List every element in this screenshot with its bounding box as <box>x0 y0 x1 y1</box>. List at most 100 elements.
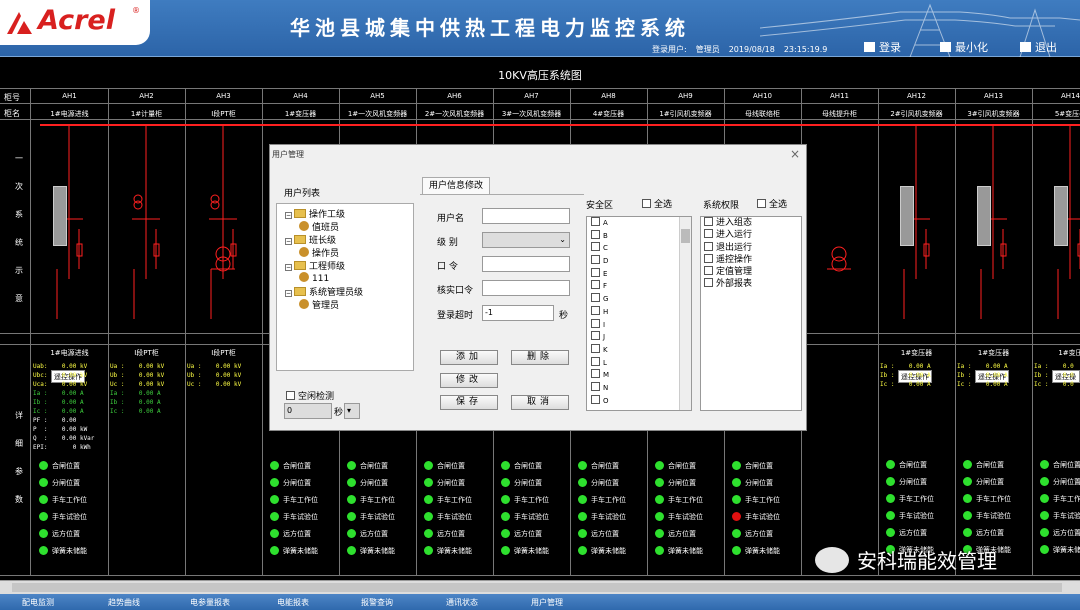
zone-scrollbar[interactable] <box>679 217 691 410</box>
status-row: 手车试验位 <box>886 510 934 527</box>
zone-checkbox[interactable] <box>591 381 600 391</box>
permission-item[interactable]: 定值管理 <box>701 266 801 278</box>
zone-checkbox[interactable] <box>591 255 600 265</box>
add-button[interactable]: 添加 <box>440 350 498 365</box>
idle-dropdown[interactable]: ▾ <box>344 403 360 419</box>
permission-checkbox[interactable] <box>704 266 713 276</box>
tree-user[interactable]: 值班员 <box>299 220 339 233</box>
zone-item[interactable]: I <box>587 318 691 332</box>
system-permission-list[interactable]: 进入组态 进入运行 退出运行 遥控操作 定值管理 外部报表 <box>700 216 802 411</box>
zone-checkbox[interactable] <box>591 356 600 366</box>
zone-checkbox[interactable] <box>591 305 600 315</box>
permission-item[interactable]: 退出运行 <box>701 241 801 254</box>
permission-item[interactable]: 遥控操作 <box>701 253 801 266</box>
zone-item[interactable]: L <box>587 356 691 370</box>
zone-select-all-checkbox[interactable] <box>642 199 651 208</box>
nav-item[interactable]: 趋势曲线 <box>108 597 140 608</box>
minimize-button[interactable]: 最小化 <box>940 40 988 55</box>
zone-item[interactable]: D <box>587 255 691 268</box>
permission-item[interactable]: 进入组态 <box>701 217 801 229</box>
zone-checkbox[interactable] <box>591 242 600 252</box>
permission-checkbox[interactable] <box>704 229 713 239</box>
status-row: 合闸位置 <box>501 460 549 477</box>
login-timeout-input[interactable]: -1 <box>482 305 554 321</box>
zone-checkbox[interactable] <box>591 229 600 239</box>
tree-group[interactable]: − 班长级 <box>285 233 336 246</box>
collapse-icon[interactable]: − <box>285 290 292 297</box>
permission-item[interactable]: 进入运行 <box>701 229 801 241</box>
tree-user[interactable]: 111 <box>299 272 329 284</box>
tree-user[interactable]: 管理员 <box>299 298 339 311</box>
zone-item[interactable]: G <box>587 293 691 306</box>
security-zone-list[interactable]: ABCDEFGHIJKLMNO <box>586 216 692 411</box>
status-indicator-icon <box>501 512 510 521</box>
zone-checkbox[interactable] <box>591 217 600 226</box>
status-label: 远方位置 <box>283 530 311 538</box>
zone-item[interactable]: N <box>587 381 691 395</box>
save-button[interactable]: 保存 <box>440 395 498 410</box>
permission-checkbox[interactable] <box>704 253 713 263</box>
collapse-icon[interactable]: − <box>285 238 292 245</box>
exit-button[interactable]: 退出 <box>1020 40 1057 55</box>
idle-check[interactable]: 空闲检测 <box>286 389 334 402</box>
scrollbar-thumb[interactable] <box>12 583 1062 592</box>
username-input[interactable] <box>482 208 570 224</box>
zone-item[interactable]: H <box>587 305 691 319</box>
user-tree[interactable]: − 操作工级 值班员 − 班长级 操作员 − 工程师级 111 − 系统管理员级 管理员 <box>276 203 414 371</box>
zone-checkbox[interactable] <box>591 343 600 353</box>
delete-button[interactable]: 删除 <box>511 350 569 365</box>
cabinet-name: 1#变压器 <box>284 110 317 118</box>
zone-checkbox[interactable] <box>591 280 600 290</box>
zone-item[interactable]: A <box>587 217 691 230</box>
zone-checkbox[interactable] <box>591 293 600 303</box>
zone-item[interactable]: M <box>587 369 691 382</box>
parameter-line: Uc : 0.00 kV <box>187 381 242 388</box>
tree-label: 操作工级 <box>309 210 346 220</box>
collapse-icon[interactable]: − <box>285 212 292 219</box>
close-button[interactable]: × <box>790 147 800 161</box>
switch-panel <box>53 186 67 246</box>
collapse-icon[interactable]: − <box>285 264 292 271</box>
tree-user[interactable]: 操作员 <box>299 246 339 259</box>
permission-item[interactable]: 外部报表 <box>701 278 801 290</box>
nav-item[interactable]: 用户管理 <box>531 597 563 608</box>
zone-item[interactable]: F <box>587 280 691 293</box>
zone-checkbox[interactable] <box>591 394 600 404</box>
perm-select-all[interactable]: 全选 <box>757 197 787 210</box>
zone-checkbox[interactable] <box>591 267 600 277</box>
tree-group[interactable]: − 操作工级 <box>285 207 345 220</box>
password-input[interactable] <box>482 256 570 272</box>
zone-checkbox[interactable] <box>591 331 600 341</box>
zone-select-all[interactable]: 全选 <box>642 197 672 210</box>
zone-item[interactable]: J <box>587 331 691 344</box>
tab-user-info[interactable]: 用户信息修改 <box>422 177 490 195</box>
nav-item[interactable]: 通讯状态 <box>446 597 478 608</box>
idle-check-checkbox[interactable] <box>286 391 295 400</box>
permission-checkbox[interactable] <box>704 278 713 288</box>
confirm-password-input[interactable] <box>482 280 570 296</box>
horizontal-scrollbar[interactable] <box>0 580 1080 594</box>
status-row: 手车试验位 <box>732 511 780 528</box>
zone-item[interactable]: C <box>587 242 691 255</box>
tree-group[interactable]: − 系统管理员级 <box>285 285 363 298</box>
zone-checkbox[interactable] <box>591 369 600 379</box>
zone-item[interactable]: O <box>587 394 691 408</box>
zone-checkbox[interactable] <box>591 318 600 328</box>
status-label: 弹簧未储能 <box>1053 546 1080 554</box>
nav-item[interactable]: 配电监测 <box>22 597 54 608</box>
zone-item[interactable]: K <box>587 343 691 357</box>
nav-item[interactable]: 电参量报表 <box>190 597 230 608</box>
login-button[interactable]: 登录 <box>864 40 901 55</box>
tree-group[interactable]: − 工程师级 <box>285 259 345 272</box>
nav-item[interactable]: 电能报表 <box>277 597 309 608</box>
nav-item[interactable]: 报警查询 <box>361 597 393 608</box>
permission-checkbox[interactable] <box>704 241 713 251</box>
perm-select-all-checkbox[interactable] <box>757 199 766 208</box>
permission-checkbox[interactable] <box>704 217 713 226</box>
level-select[interactable]: ⌄ <box>482 232 570 248</box>
modify-button[interactable]: 修改 <box>440 373 498 388</box>
zone-item[interactable]: E <box>587 267 691 281</box>
idle-time-input[interactable]: 0 <box>284 403 332 419</box>
zone-item[interactable]: B <box>587 229 691 243</box>
cancel-button[interactable]: 取消 <box>511 395 569 410</box>
